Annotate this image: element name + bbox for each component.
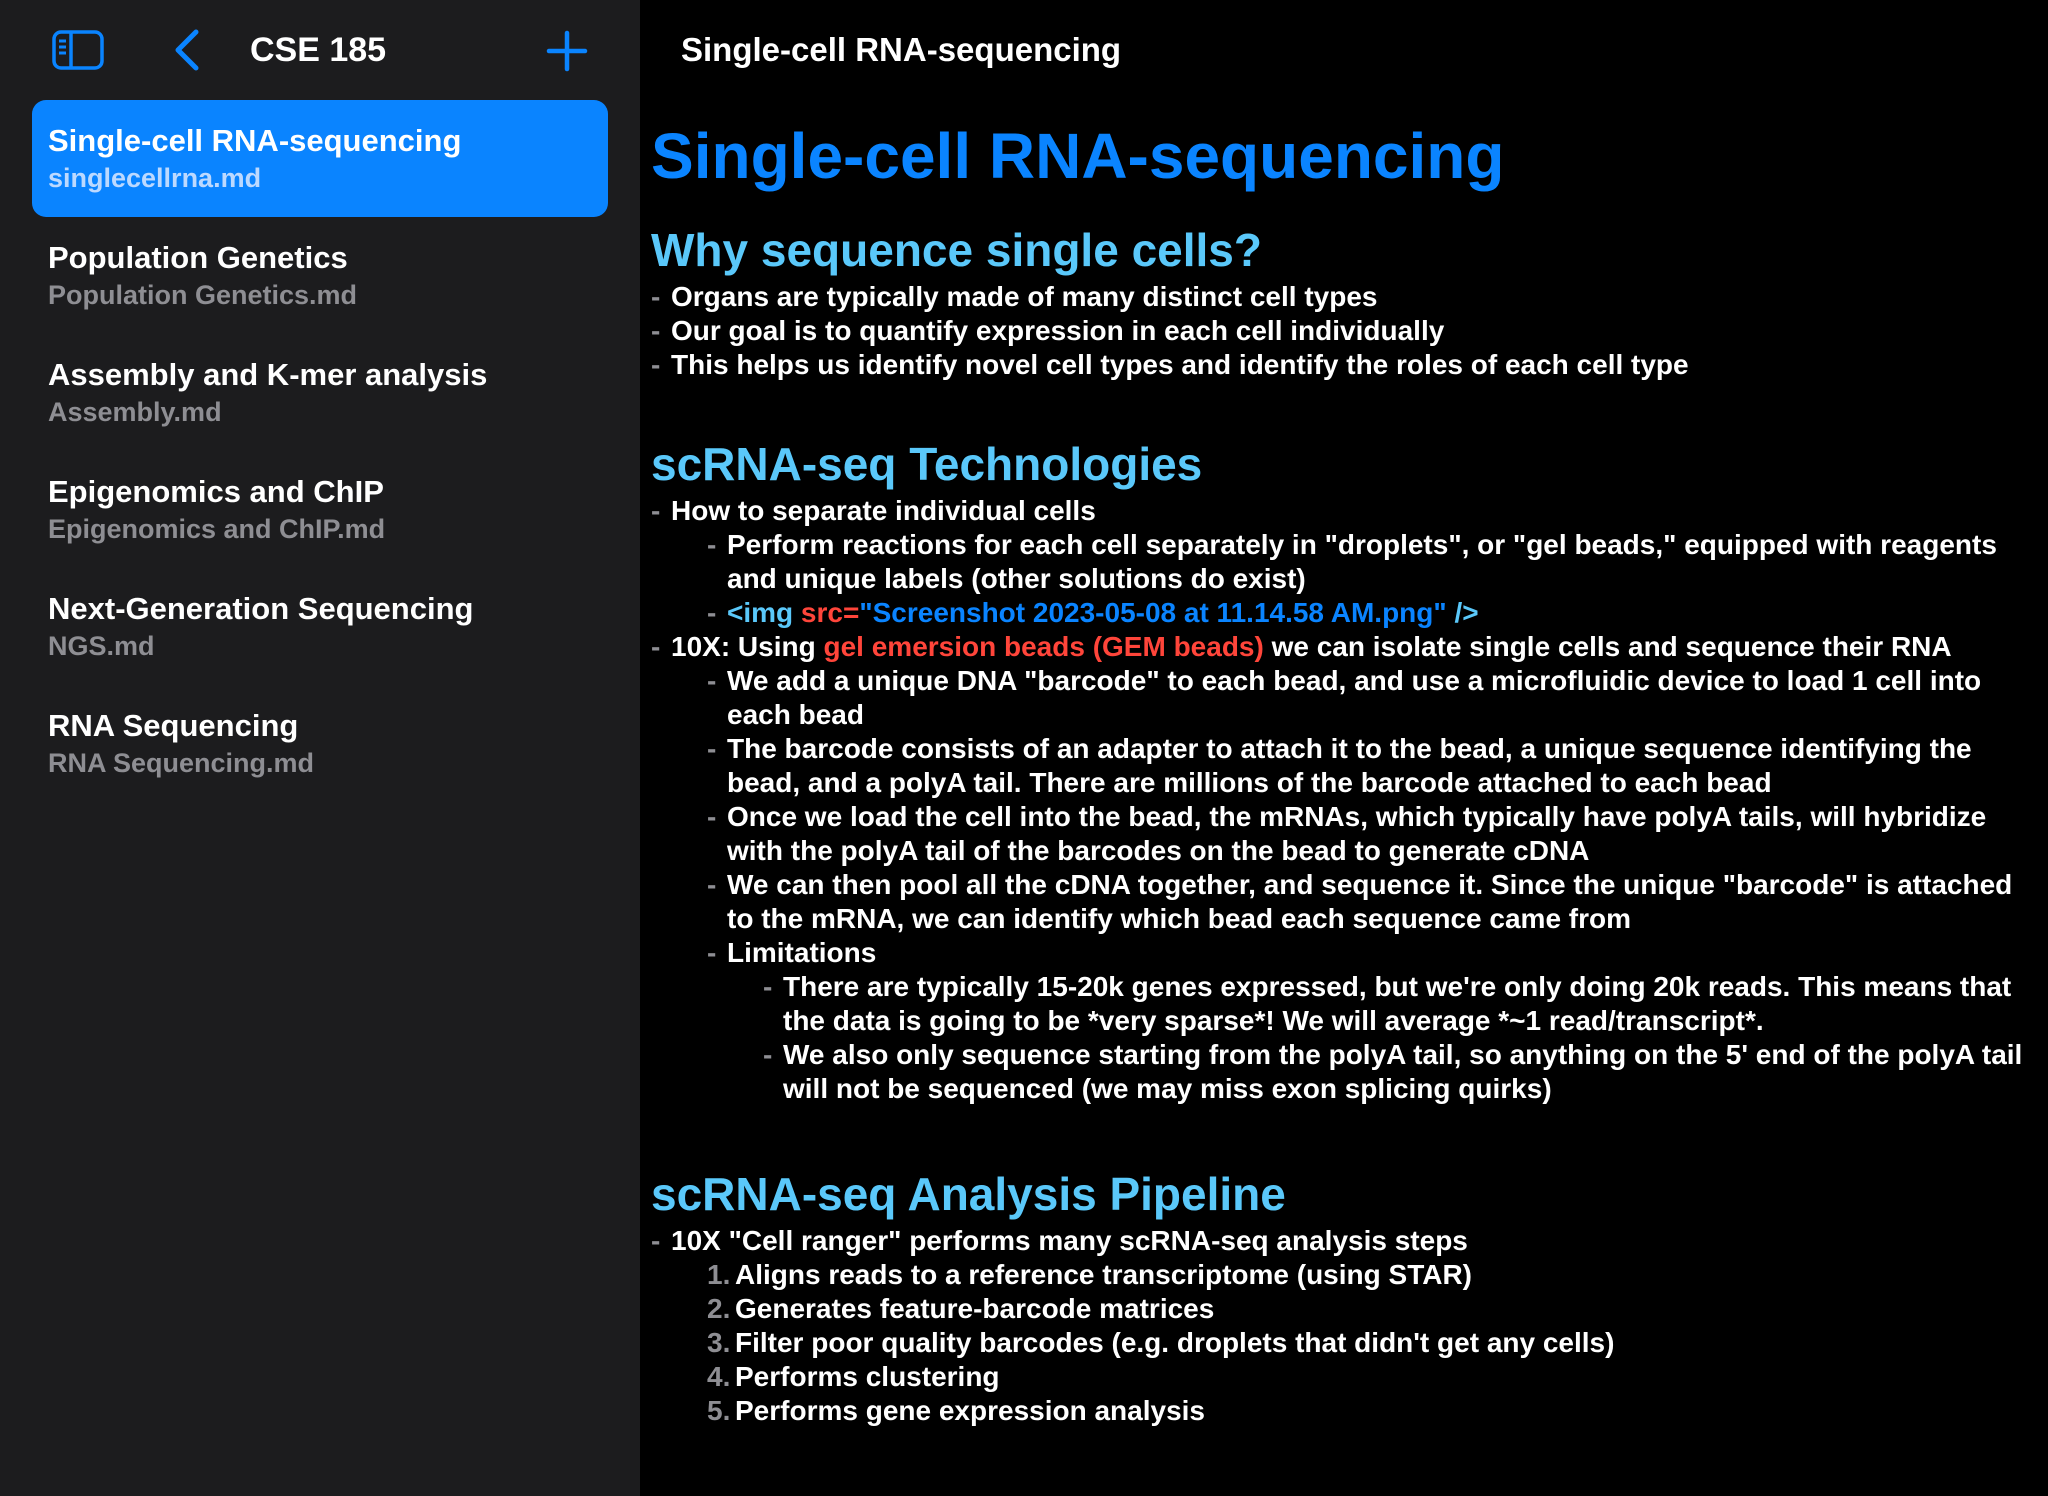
bullet-dash: - [651, 349, 661, 380]
heading-1: Single-cell RNA-sequencing [651, 120, 1505, 192]
list-item: - Limitations [707, 937, 877, 968]
list-text: Generates feature-barcode matrices [735, 1293, 1215, 1324]
heading-analysis-pipeline: scRNA-seq Analysis Pipeline [651, 1168, 1286, 1220]
ordered-list-item: 1. Aligns reads to a reference transcript… [651, 1258, 2041, 1292]
document-title: Single-cell RNA-sequencing [48, 123, 462, 158]
list-item: - Our goal is to quantify expression in e… [651, 315, 1445, 346]
document-title: Assembly and K-mer analysis [48, 357, 488, 392]
list-item: - This helps us identify novel cell types… [651, 349, 1689, 380]
bullet-dash: - [651, 281, 661, 312]
list-number: 2. [707, 1293, 731, 1324]
bullet-dash: - [763, 1039, 773, 1070]
sidebar-toggle-icon[interactable] [52, 30, 104, 70]
bullet-dash: - [707, 869, 717, 900]
list-item: - Once we load the cell into the bead, th… [707, 801, 1987, 866]
img-tag-close: /> [1446, 597, 1479, 628]
list-number: 1. [707, 1259, 731, 1290]
list-text: Performs clustering [735, 1361, 1000, 1392]
list-item: - There are typically 15-20k genes expres… [763, 971, 2012, 1036]
plus-icon[interactable] [546, 30, 588, 72]
list-item: - We add a unique DNA "barcode" to each b… [707, 665, 1982, 730]
list-item-image-tag: - <img src="Screenshot 2023-05-08 at 11.1… [651, 596, 2041, 630]
document-item-assembly[interactable]: Assembly and K-mer analysis Assembly.md [32, 334, 608, 451]
document-header-title: Single-cell RNA-sequencing [681, 31, 1122, 68]
sidebar: CSE 185 Single-cell RNA-sequencing singl… [0, 0, 640, 1496]
document-title: Population Genetics [48, 240, 348, 275]
bullet-dash: - [707, 733, 717, 764]
editor-pane[interactable]: Single-cell RNA-sequencing Single-cell R… [641, 0, 2048, 1496]
list-number: 3. [707, 1327, 731, 1358]
document-filename: singlecellrna.md [48, 163, 262, 193]
markdown-content[interactable]: Single-cell RNA-sequencing Why sequence … [651, 112, 2041, 1428]
img-attr: src= [800, 597, 860, 628]
document-filename: Assembly.md [48, 397, 222, 427]
document-item-ngs[interactable]: Next-Generation Sequencing NGS.md [32, 568, 608, 685]
list-item: -10X: Using gel emersion beads (GEM bead… [651, 630, 2041, 664]
document-item-epigenomics[interactable]: Epigenomics and ChIP Epigenomics and ChI… [32, 451, 608, 568]
list-item: - Perform reactions for each cell separat… [707, 529, 1997, 594]
list-item: - We can then pool all the cDNA together,… [707, 869, 2013, 934]
img-tag-open: <img [727, 597, 801, 628]
document-filename: NGS.md [48, 631, 155, 661]
document-filename: RNA Sequencing.md [48, 748, 315, 778]
chevron-left-icon[interactable] [172, 28, 202, 72]
bullet-dash: - [763, 971, 773, 1002]
ordered-list-item: 4. Performs clustering [651, 1360, 2041, 1394]
bullet-dash: - [651, 315, 661, 346]
img-src-value[interactable]: "Screenshot 2023-05-08 at 11.14.58 AM.pn… [859, 597, 1446, 628]
document-filename: Population Genetics.md [48, 280, 358, 310]
document-item-single-cell[interactable]: Single-cell RNA-sequencing singlecellrna… [32, 100, 608, 217]
sidebar-header: CSE 185 [0, 0, 640, 100]
list-item: -10X "Cell ranger" performs many scRNA-s… [651, 1225, 1468, 1256]
list-text: Performs gene expression analysis [735, 1395, 1205, 1426]
document-filename: Epigenomics and ChIP.md [48, 514, 386, 544]
bullet-dash: - [707, 529, 717, 560]
ordered-list-item: 2. Generates feature-barcode matrices [651, 1292, 2041, 1326]
list-item: - Organs are typically made of many disti… [651, 281, 1378, 312]
bullet-dash: - [651, 495, 661, 526]
text-segment: 10X: Using [671, 631, 824, 662]
list-text: Aligns reads to a reference transcriptom… [735, 1259, 1472, 1290]
bullet-dash: - [707, 801, 717, 832]
ordered-list-item: 5. Performs gene expression analysis [651, 1394, 2041, 1428]
bullet-dash: - [707, 937, 717, 968]
document-title: Next-Generation Sequencing [48, 591, 474, 626]
ordered-list-item: 3. Filter poor quality barcodes (e.g. dro… [651, 1326, 2041, 1360]
document-item-rna-sequencing[interactable]: RNA Sequencing RNA Sequencing.md [32, 685, 608, 802]
text-segment: we can isolate single cells and sequence… [1263, 631, 1952, 662]
list-text: Filter poor quality barcodes (e.g. dropl… [735, 1327, 1615, 1358]
heading-technologies: scRNA-seq Technologies [651, 438, 1203, 490]
bullet-dash: - [651, 631, 661, 662]
list-item: - We also only sequence starting from the… [763, 1039, 2023, 1104]
list-number: 5. [707, 1395, 731, 1426]
sidebar-title: CSE 185 [250, 31, 387, 69]
list-number: 4. [707, 1361, 731, 1392]
document-list: Single-cell RNA-sequencing singlecellrna… [32, 100, 608, 802]
bullet-dash: - [707, 597, 717, 628]
document-item-population-genetics[interactable]: Population Genetics Population Genetics.… [32, 217, 608, 334]
list-item: - How to separate individual cells [651, 495, 1096, 526]
list-item: - The barcode consists of an adapter to a… [707, 733, 1972, 798]
bullet-dash: - [707, 665, 717, 696]
bullet-dash: - [651, 1225, 661, 1256]
document-title: RNA Sequencing [48, 708, 299, 743]
heading-why-single-cells: Why sequence single cells? [651, 224, 1262, 276]
emphasis-text: gel emersion beads (GEM beads) [823, 631, 1264, 662]
document-title: Epigenomics and ChIP [48, 474, 384, 509]
